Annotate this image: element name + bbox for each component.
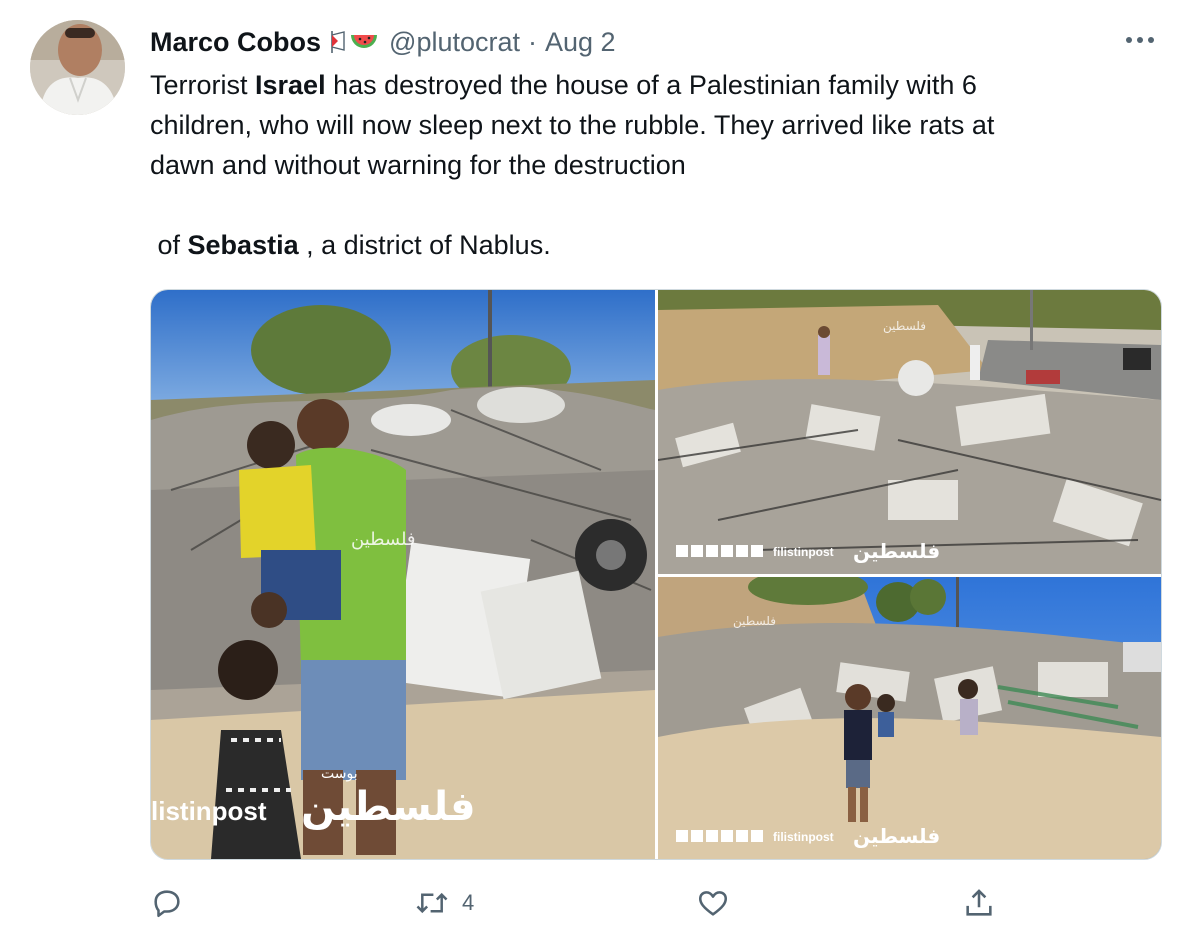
- user-handle[interactable]: @plutocrat: [389, 27, 520, 58]
- tweet-text-line-2: children, who will now sleep next to the…: [150, 110, 995, 140]
- tweet-text-fragment: of: [150, 230, 188, 260]
- tweet-text-fragment: Terrorist: [150, 70, 256, 100]
- share-button[interactable]: [962, 886, 996, 920]
- avatar[interactable]: [30, 20, 125, 115]
- tweet-text-fragment: , a district of Nablus.: [298, 230, 551, 260]
- photo-3[interactable]: فلسطين filistinpost فلسطين: [658, 577, 1161, 859]
- share-icon: [966, 889, 992, 916]
- tweet-text: Terrorist Israel has destroyed the house…: [150, 65, 1150, 265]
- tweet-date[interactable]: Aug 2: [545, 27, 616, 58]
- photo-3-image: فلسطين filistinpost فلسطين: [658, 577, 1161, 859]
- avatar-photo: [30, 20, 125, 115]
- tweet-header: Marco Cobos @plutocrat · Aug 2: [150, 22, 616, 62]
- watermark-arabic: فلسطين: [301, 784, 476, 830]
- tweet-action-bar: 4: [0, 882, 1188, 926]
- tweet-text-bold: Israel: [255, 70, 326, 100]
- watermark-text: filistinpost: [773, 545, 834, 559]
- retweet-button[interactable]: 4: [414, 886, 474, 920]
- photo-1-image: listinpost فلسطين بوست فلسطين: [151, 290, 655, 859]
- reply-button[interactable]: [150, 886, 196, 920]
- more-options-button[interactable]: [1122, 26, 1158, 54]
- palestinian-flag-icon: [331, 31, 345, 53]
- watermark-arabic: فلسطين: [883, 319, 926, 334]
- watermark-arabic: فلسطين: [733, 614, 776, 629]
- watermelon-icon: [351, 35, 378, 48]
- retweet-count: 4: [462, 890, 475, 915]
- name-emojis: [329, 29, 379, 55]
- tweet-text-line-4: of Sebastia , a district of Nablus.: [150, 225, 1150, 265]
- photo-2[interactable]: فلسطين filistinpost فلسطين: [658, 290, 1161, 574]
- watermark-text: filistinpost: [773, 830, 834, 844]
- watermark-arabic-small: بوست: [321, 766, 358, 782]
- display-name[interactable]: Marco Cobos: [150, 27, 321, 58]
- watermark-arabic: فلسطين: [853, 539, 940, 563]
- watermark-arabic-mid: فلسطين: [351, 529, 416, 550]
- photo-1[interactable]: listinpost فلسطين بوست فلسطين: [151, 290, 655, 859]
- like-button[interactable]: [696, 886, 742, 920]
- tweet-text-fragment: has destroyed the house of a Palestinian…: [325, 70, 977, 100]
- header-separator: ·: [528, 26, 537, 57]
- tweet-text-bold: Sebastia: [187, 230, 299, 260]
- tweet-text-line-1: Terrorist Israel has destroyed the house…: [150, 65, 1150, 105]
- media-grid: listinpost فلسطين بوست فلسطين فلسطين fil…: [150, 289, 1162, 860]
- like-icon: [698, 891, 728, 916]
- watermark-arabic: فلسطين: [853, 824, 940, 848]
- more-icon: [1126, 37, 1154, 43]
- photo-2-image: فلسطين filistinpost فلسطين: [658, 290, 1161, 574]
- watermark-text: listinpost: [151, 796, 267, 826]
- retweet-icon: [416, 892, 448, 914]
- reply-icon: [154, 890, 180, 918]
- tweet-text-line-3: dawn and without warning for the destruc…: [150, 150, 686, 180]
